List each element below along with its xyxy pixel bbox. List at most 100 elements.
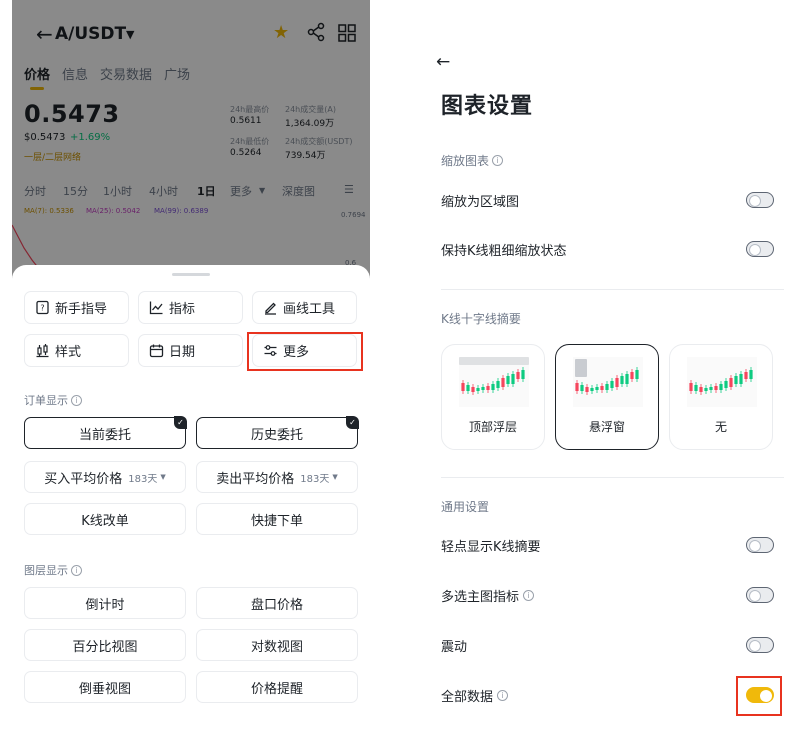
candle-body (635, 370, 639, 379)
info-icon[interactable]: i (523, 590, 535, 601)
candle-body (620, 376, 624, 384)
open-orders-label: 当前委托 (78, 427, 131, 443)
candle-body (466, 385, 470, 391)
check-icon: ✓ (346, 416, 359, 429)
highlight-box (247, 332, 363, 371)
quick-order-button[interactable]: 快捷下单 (196, 503, 358, 535)
multi-indicator-toggle[interactable] (746, 587, 774, 603)
countdown-button[interactable]: 倒计时 (24, 587, 186, 619)
zoom-area-toggle[interactable] (746, 192, 774, 208)
indicator-label: 指标 (169, 302, 196, 317)
zoom-area-row: 缩放为区域图 (441, 191, 519, 210)
candle-body (461, 383, 465, 391)
candle-body (689, 383, 693, 391)
info-icon[interactable]: i (497, 690, 509, 701)
general-section-label: 通用设置 (441, 500, 490, 514)
card-top-overlay[interactable]: 顶部浮层 (441, 344, 545, 450)
quick-order-label: 快捷下单 (250, 513, 303, 529)
date-label: 日期 (169, 345, 196, 360)
candle-body (729, 378, 733, 387)
chevron-down-icon: ▼ (332, 473, 338, 481)
indicator-button[interactable]: 指标 (138, 291, 243, 324)
order-display-label: 订单显示 (24, 394, 68, 407)
style-icon (36, 344, 49, 358)
kline-modify-label: K线改单 (81, 513, 129, 529)
info-icon[interactable]: i (71, 394, 82, 406)
card-floating-window[interactable]: 悬浮窗 (555, 344, 659, 450)
top-overlay-preview-icon (459, 357, 529, 407)
all-data-row: 全部数据 i (441, 686, 509, 705)
card-none-label: 无 (714, 420, 727, 434)
card-none[interactable]: 无 (669, 344, 773, 450)
card-top-overlay-label: 顶部浮层 (468, 420, 517, 434)
crosshair-section-label: K线十字线摘要 (441, 312, 521, 326)
candle-body (694, 385, 698, 391)
candle-body (506, 376, 510, 384)
drawing-tools-button[interactable]: 画线工具 (252, 291, 357, 324)
keep-width-toggle[interactable] (746, 241, 774, 257)
candle-body (749, 370, 753, 379)
keep-width-row: 保持K线粗细缩放状态 (441, 240, 567, 259)
tap-summary-row: 轻点显示K线摘要 (441, 536, 541, 555)
modal-overlay[interactable] (12, 0, 370, 300)
candle-body (575, 383, 579, 391)
card-floating-window-label: 悬浮窗 (588, 420, 625, 434)
layer-display-label: 图层显示 (24, 564, 68, 577)
candle-body (734, 376, 738, 384)
guide-button[interactable]: ? 新手指导 (24, 291, 129, 324)
check-icon: ✓ (174, 416, 187, 429)
candle-body (496, 381, 500, 388)
countdown-label: 倒计时 (85, 597, 125, 613)
floating-window-preview-icon (573, 357, 643, 407)
candle-body (625, 374, 629, 384)
history-orders-button[interactable]: 历史委托 ✓ (196, 416, 359, 449)
guide-label: 新手指导 (55, 302, 108, 317)
info-icon[interactable]: i (492, 155, 504, 166)
percent-view-label: 百分比视图 (72, 639, 138, 655)
layer-display-title: 图层显示 i (24, 562, 82, 578)
candle-body (491, 384, 495, 390)
candle-body (600, 386, 604, 390)
chart-settings-screen: ← 图表设置 缩放图表 i 缩放为区域图 保持K线粗细缩放状态 K线十字线摘要 … (416, 0, 798, 733)
avg-sell-price-button[interactable]: 卖出平均价格 183天 ▼ (196, 461, 358, 493)
page-title: 图表设置 (441, 94, 534, 119)
kline-modify-order-button[interactable]: K线改单 (24, 503, 186, 535)
candle-body (471, 387, 475, 392)
candle-body (476, 388, 480, 391)
log-view-button[interactable]: 对数视图 (196, 629, 358, 661)
candle-body (699, 387, 703, 392)
inverted-view-button[interactable]: 倒垂视图 (24, 671, 186, 703)
highlight-box (736, 676, 782, 716)
divider (441, 477, 784, 478)
zoom-section-title: 缩放图表 i (441, 152, 504, 169)
open-orders-button[interactable]: 当前委托 ✓ (24, 416, 187, 449)
candle-body (501, 378, 505, 387)
orderbook-price-button[interactable]: 盘口价格 (196, 587, 358, 619)
candle-body (714, 386, 718, 390)
multi-indicator-label: 多选主图指标 (441, 590, 520, 605)
svg-text:?: ? (40, 304, 44, 313)
back-arrow-icon[interactable]: ← (436, 52, 450, 72)
calendar-icon (149, 344, 164, 358)
tap-summary-label: 轻点显示K线摘要 (441, 540, 541, 555)
candle-body (630, 372, 634, 379)
date-button[interactable]: 日期 (138, 334, 243, 367)
avg-sell-days: 183天 (300, 473, 330, 485)
vibrate-toggle[interactable] (746, 637, 774, 653)
style-button[interactable]: 样式 (24, 334, 129, 367)
crosshair-section-title: K线十字线摘要 (441, 310, 521, 327)
price-alert-button[interactable]: 价格提醒 (196, 671, 358, 703)
info-icon[interactable]: i (71, 564, 82, 576)
chevron-down-icon: ▼ (160, 473, 166, 481)
avg-buy-label: 买入平均价格 (44, 471, 123, 487)
pencil-icon (265, 302, 276, 315)
tap-summary-toggle[interactable] (746, 537, 774, 553)
candle-body (516, 372, 520, 379)
avg-buy-price-button[interactable]: 买入平均价格 183天 ▼ (24, 461, 186, 493)
guide-icon: ? (36, 300, 49, 315)
drag-handle[interactable] (172, 273, 210, 276)
candle-body (704, 388, 708, 391)
candle-body (481, 387, 485, 390)
percent-view-button[interactable]: 百分比视图 (24, 629, 186, 661)
candle-body (610, 381, 614, 388)
